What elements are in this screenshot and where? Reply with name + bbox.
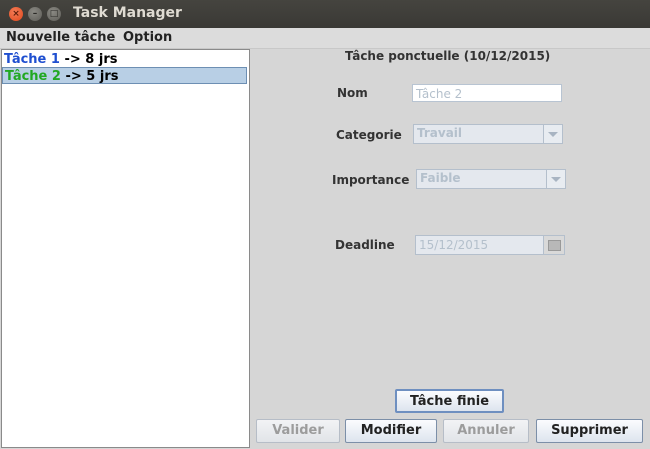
nom-label: Nom [337,86,368,100]
cancel-button[interactable]: Annuler [443,419,529,443]
importance-select[interactable]: Faible [416,169,566,189]
window-close-button[interactable]: × [9,7,23,21]
task-list[interactable]: Tâche 1 -> 8 jrs Tâche 2 -> 5 jrs [1,49,250,448]
window-maximize-button[interactable]: □ [47,7,61,21]
chevron-down-icon[interactable] [546,170,565,188]
delete-button[interactable]: Supprimer [536,419,643,443]
deadline-value: 15/12/2015 [419,238,489,252]
modify-button[interactable]: Modifier [345,419,437,443]
task-name: Tâche 2 [5,69,61,84]
title-bar: × – □ Task Manager [0,0,650,28]
nom-field[interactable]: Tâche 2 [412,84,562,102]
task-duration: -> 8 jrs [59,52,118,67]
menu-bar: Nouvelle tâche Option [0,28,650,49]
window-title: Task Manager [73,5,182,21]
chevron-down-icon[interactable] [543,125,562,143]
task-duration: -> 5 jrs [60,69,119,84]
window-minimize-button[interactable]: – [28,7,42,21]
menu-nouvelle-tache[interactable]: Nouvelle tâche [6,30,115,45]
task-list-item[interactable]: Tâche 1 -> 8 jrs [2,51,247,68]
importance-label: Importance [332,173,410,187]
categorie-value: Travail [417,126,463,140]
task-name: Tâche 1 [4,52,60,67]
categorie-label: Categorie [336,128,402,142]
validate-button[interactable]: Valider [256,419,340,443]
categorie-select[interactable]: Travail [413,124,563,144]
calendar-icon[interactable] [543,236,564,254]
task-finished-button[interactable]: Tâche finie [395,389,504,413]
importance-value: Faible [420,171,461,185]
task-list-item-selected[interactable]: Tâche 2 -> 5 jrs [2,67,247,84]
deadline-label: Deadline [335,238,395,252]
task-detail-heading: Tâche ponctuelle (10/12/2015) [345,49,551,63]
menu-option[interactable]: Option [123,30,172,45]
deadline-date-field[interactable]: 15/12/2015 [415,235,565,255]
